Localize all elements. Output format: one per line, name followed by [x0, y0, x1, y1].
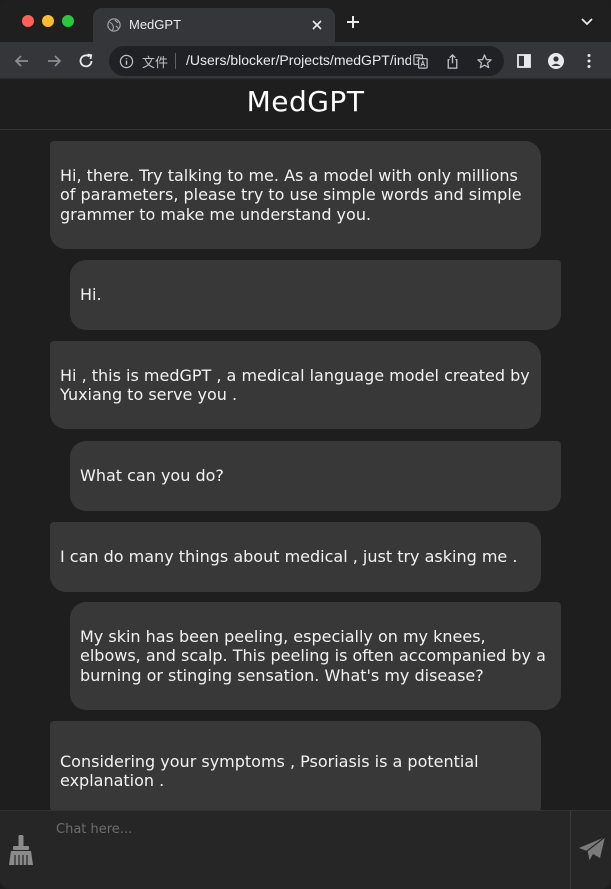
translate-icon[interactable]	[412, 53, 429, 70]
bot-message: Considering your symptoms , Psoriasis is…	[50, 721, 541, 810]
message-text: Hi, there. Try talking to me. As a model…	[60, 165, 522, 224]
bookmark-star-icon[interactable]	[476, 53, 493, 70]
close-window-button[interactable]	[22, 15, 34, 27]
user-message: Hi.	[70, 260, 561, 330]
chat-input[interactable]	[44, 811, 570, 889]
minimize-window-button[interactable]	[42, 15, 54, 27]
globe-icon	[107, 18, 121, 32]
message-text: I can do many things about medical , jus…	[60, 547, 518, 567]
tab-strip: MedGPT	[0, 0, 611, 42]
forward-arrow-icon[interactable]	[45, 52, 63, 70]
maximize-window-button[interactable]	[62, 15, 74, 27]
bot-message: Hi , this is medGPT , a medical language…	[50, 341, 541, 429]
info-icon[interactable]	[119, 54, 134, 69]
chat-input-bar	[0, 810, 611, 889]
new-tab-icon[interactable]	[345, 14, 361, 30]
message-text: What can you do?	[80, 466, 224, 486]
close-tab-icon[interactable]	[309, 17, 325, 33]
page-content: MedGPT Hi, there. Try talking to me. As …	[0, 80, 611, 889]
more-menu-icon[interactable]	[580, 52, 598, 70]
message-text: Considering your symptoms , Psoriasis is…	[60, 751, 479, 791]
browser-window: MedGPT 文件 /Users/blocker/Projects/medGPT…	[0, 0, 611, 889]
chevron-down-icon[interactable]	[581, 18, 593, 26]
tab-title: MedGPT	[129, 17, 182, 32]
app-header: MedGPT	[0, 80, 611, 130]
message-text: My skin has been peeling, especially on …	[80, 626, 546, 685]
omnibox-scheme-label: 文件	[142, 56, 169, 71]
side-panel-icon[interactable]	[515, 52, 533, 70]
browser-toolbar: 文件 /Users/blocker/Projects/medGPT/index.…	[0, 42, 611, 79]
address-bar[interactable]: 文件 /Users/blocker/Projects/medGPT/index.…	[109, 46, 504, 76]
user-message: What can you do?	[70, 441, 561, 511]
app-title: MedGPT	[246, 85, 365, 118]
tab-medgpt[interactable]: MedGPT	[93, 8, 335, 42]
reload-icon[interactable]	[77, 52, 95, 70]
bot-message: Hi, there. Try talking to me. As a model…	[50, 141, 541, 249]
broom-icon[interactable]	[6, 833, 36, 867]
chat-history[interactable]: Hi, there. Try talking to me. As a model…	[0, 131, 611, 810]
paper-plane-icon[interactable]	[577, 835, 607, 865]
omnibox-url[interactable]: /Users/blocker/Projects/medGPT/index.htm…	[186, 52, 411, 68]
omnibox-divider	[175, 53, 176, 69]
message-text: Hi.	[80, 285, 102, 305]
share-icon[interactable]	[444, 53, 461, 70]
message-text: Hi , this is medGPT , a medical language…	[60, 365, 530, 405]
back-arrow-icon[interactable]	[13, 52, 31, 70]
user-message: My skin has been peeling, especially on …	[70, 602, 561, 710]
profile-avatar-icon[interactable]	[547, 52, 565, 70]
bot-message: I can do many things about medical , jus…	[50, 522, 541, 592]
send-divider	[570, 811, 571, 889]
